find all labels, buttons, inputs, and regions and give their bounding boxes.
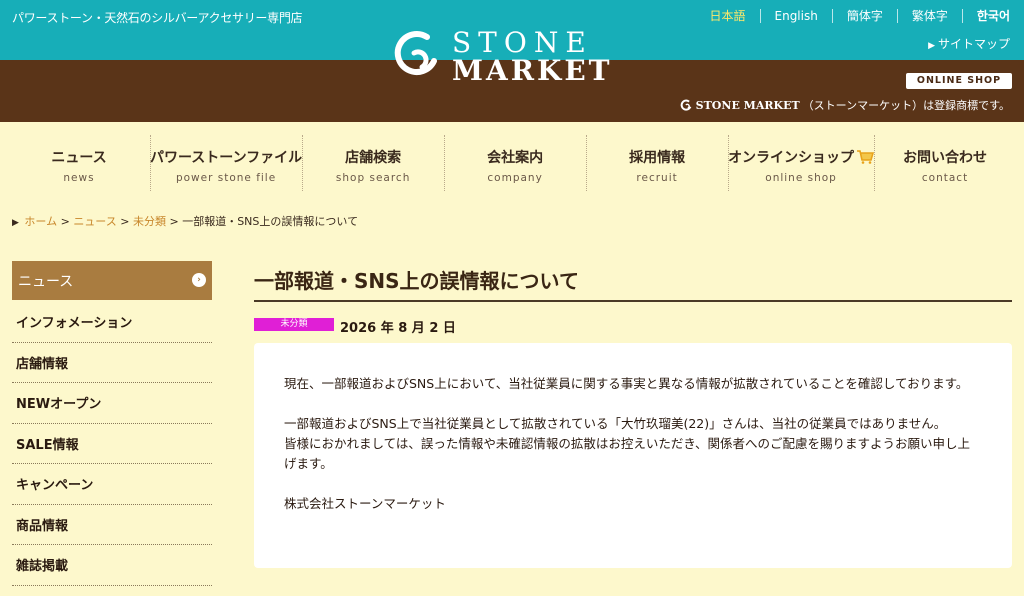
nav-sublabel: company [487, 172, 543, 184]
nav-label: 店舗検索 [345, 150, 402, 166]
sidebar-item-shop-info[interactable]: 店舗情報 [12, 343, 212, 383]
sidebar-item-sale[interactable]: SALE情報 [12, 424, 212, 464]
nav-sublabel: news [63, 172, 95, 184]
nav-label: 会社案内 [487, 150, 544, 166]
trademark-text: （ストーンマーケット）は登録商標です。 [802, 99, 1010, 112]
sidebar-item-information[interactable]: インフォメーション [12, 302, 212, 343]
nav-sublabel: online shop [765, 172, 837, 184]
article-date: 2026 年 8 月 2 日 [340, 321, 456, 336]
article-paragraph: 現在、一部報道およびSNS上において、当社従業員に関する事実と異なる情報が拡散さ… [284, 376, 969, 391]
breadcrumb-current: 一部報道・SNS上の誤情報について [182, 215, 359, 228]
breadcrumb-separator: > [60, 215, 70, 228]
nav-label: お問い合わせ [903, 150, 988, 166]
sidebar-item-products[interactable]: 商品情報 [12, 505, 212, 545]
breadcrumb-news[interactable]: ニュース [73, 215, 116, 228]
logo-text-stone: STONE [452, 26, 593, 59]
trademark-notice: STONE MARKET （ストーンマーケット）は登録商標です。 [680, 97, 1010, 113]
trademark-logo-text: STONE MARKET [695, 98, 800, 112]
category-badge[interactable]: 未分類 [254, 318, 334, 331]
lang-traditional-chinese[interactable]: 繁体字 [896, 9, 962, 23]
breadcrumb-category[interactable]: 未分類 [133, 215, 166, 228]
nav-label: ニュース [51, 150, 107, 166]
lang-simplified-chinese[interactable]: 簡体字 [831, 9, 897, 23]
nav-item-recruit[interactable]: 採用情報 recruit [586, 131, 728, 191]
stone-market-logo-icon [394, 31, 437, 75]
article-paragraph: 皆様におかれましては、誤った情報や未確認情報の拡散はお控えいただき、関係者へのご… [284, 436, 971, 471]
site-logo[interactable]: STONE MARKET [394, 29, 613, 85]
nav-item-online-shop[interactable]: オンラインショップ online shop [728, 131, 875, 191]
sitemap-label: サイトマップ [937, 37, 1010, 51]
sidebar: ニュース › インフォメーション 店舗情報 NEWオープン SALE情報 キャン… [12, 261, 212, 586]
sitemap-link[interactable]: ▶ サイトマップ [928, 35, 1010, 52]
nav-sublabel: power stone file [175, 172, 277, 184]
article-paragraph: 一部報道およびSNS上で当社従業員として拡散されている「大竹玖瑠美(22)」さん… [284, 416, 947, 431]
play-arrow-icon: ▶ [12, 218, 19, 228]
lang-english[interactable]: English [759, 9, 832, 23]
article-body: 現在、一部報道およびSNS上において、当社従業員に関する事実と異なる情報が拡散さ… [254, 343, 1012, 568]
nav-item-power-stone-file[interactable]: パワーストーンファイル power stone file [149, 131, 303, 191]
nav-label-text: オンラインショップ [728, 150, 855, 166]
breadcrumb-separator: > [169, 215, 179, 228]
sidebar-item-new-open[interactable]: NEWオープン [12, 383, 212, 424]
nav-item-shop-search[interactable]: 店舗検索 shop search [302, 131, 444, 191]
nav-item-contact[interactable]: お問い合わせ contact [874, 131, 1016, 191]
shopping-cart-icon [857, 150, 875, 164]
nav-sublabel: shop search [335, 172, 411, 184]
breadcrumb-home[interactable]: ホーム [24, 215, 57, 228]
article-signature: 株式会社ストーンマーケット [284, 496, 446, 511]
nav-sublabel: contact [921, 172, 969, 184]
language-switcher: 日本語 English 簡体字 繁体字 한국어 [695, 9, 1024, 23]
nav-item-news[interactable]: ニュース news [8, 131, 150, 191]
chevron-right-icon: › [192, 273, 206, 287]
online-shop-button[interactable]: ONLINE SHOP [906, 73, 1012, 89]
nav-label: 採用情報 [629, 150, 686, 166]
nav-sublabel: recruit [636, 172, 678, 184]
logo-text-market: MARKET [452, 54, 613, 87]
sidebar-item-campaign[interactable]: キャンペーン [12, 464, 212, 505]
breadcrumb: ▶ ホーム > ニュース > 未分類 > 一部報道・SNS上の誤情報について [12, 213, 358, 229]
nav-label: オンラインショップ [728, 147, 875, 167]
global-nav: ニュース news パワーストーンファイル power stone file 店… [8, 131, 1016, 191]
sidebar-item-label: ニュース [18, 274, 74, 290]
sidebar-item-magazine[interactable]: 雑誌掲載 [12, 545, 212, 586]
play-arrow-icon: ▶ [928, 41, 935, 51]
stone-market-mark-icon [680, 99, 691, 111]
site-tagline: パワーストーン・天然石のシルバーアクセサリー専門店 [12, 11, 303, 25]
nav-item-company[interactable]: 会社案内 company [444, 131, 586, 191]
lang-japanese[interactable]: 日本語 [695, 9, 759, 23]
sidebar-item-news[interactable]: ニュース › [12, 261, 212, 300]
lang-korean[interactable]: 한국어 [961, 9, 1024, 23]
nav-label: パワーストーンファイル [149, 150, 303, 166]
article-title: 一部報道・SNS上の誤情報について [254, 269, 579, 293]
breadcrumb-separator: > [120, 215, 130, 228]
title-divider [254, 300, 1012, 302]
